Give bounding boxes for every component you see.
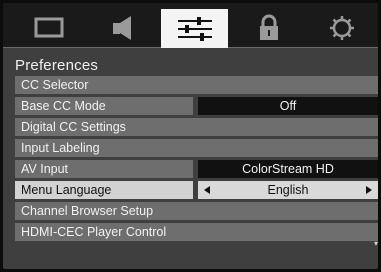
menu-item-channel-browser-setup[interactable]: Channel Browser Setup [15, 202, 378, 220]
menu-tab-bar [3, 3, 378, 48]
menu-item-hdmi-cec-player-control[interactable]: HDMI-CEC Player Control [15, 223, 378, 241]
menu-language-value: English [267, 183, 309, 197]
menu-item-label: HDMI-CEC Player Control [15, 223, 378, 241]
av-input-value[interactable]: ColorStream HD [198, 160, 378, 178]
tab-audio[interactable] [88, 9, 155, 47]
menu-item-label: Menu Language [15, 181, 193, 199]
tab-setup[interactable] [308, 9, 375, 47]
menu-item-input-labeling[interactable]: Input Labeling [15, 139, 378, 157]
picture-icon [34, 17, 63, 38]
menu-language-selector[interactable]: English [198, 181, 378, 199]
scroll-down-icon: ▾ [374, 239, 378, 248]
menu-item-digital-cc-settings[interactable]: Digital CC Settings [15, 118, 378, 136]
base-cc-mode-value[interactable]: Off [198, 97, 378, 115]
menu-item-label: Input Labeling [15, 139, 378, 157]
menu-item-label: Channel Browser Setup [15, 202, 378, 220]
tab-lock[interactable] [235, 9, 302, 47]
menu-item-cc-selector[interactable]: CC Selector [15, 76, 378, 94]
menu-list: CC Selector Base CC Mode Off Digital CC … [15, 76, 378, 244]
lock-icon [259, 14, 278, 40]
preferences-icon [177, 16, 212, 41]
menu-item-av-input[interactable]: AV Input ColorStream HD [15, 160, 378, 178]
menu-item-menu-language[interactable]: Menu Language English [15, 181, 378, 199]
menu-item-label: CC Selector [15, 76, 378, 94]
tv-menu: Preferences CC Selector Base CC Mode Off… [3, 3, 378, 269]
arrow-right-icon[interactable] [366, 186, 372, 194]
setup-icon [329, 16, 354, 40]
tab-picture[interactable] [15, 9, 82, 47]
menu-item-label: Base CC Mode [15, 97, 193, 115]
page-title: Preferences [15, 57, 99, 74]
tab-preferences[interactable] [161, 9, 228, 48]
menu-item-label: Digital CC Settings [15, 118, 378, 136]
arrow-left-icon[interactable] [204, 186, 210, 194]
menu-item-label: AV Input [15, 160, 193, 178]
audio-icon [112, 16, 131, 40]
menu-item-base-cc-mode[interactable]: Base CC Mode Off [15, 97, 378, 115]
